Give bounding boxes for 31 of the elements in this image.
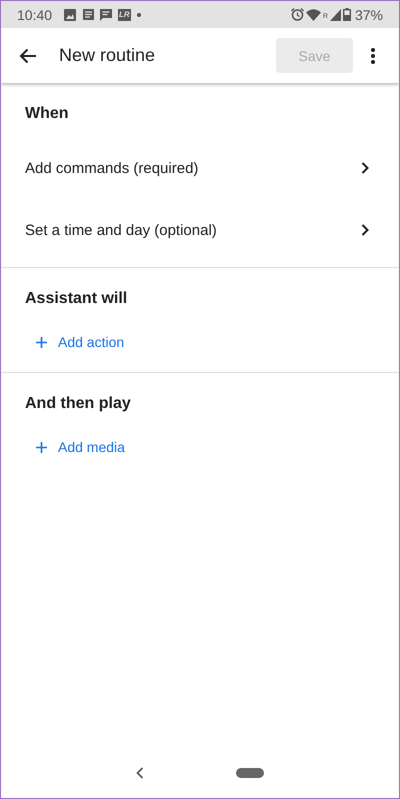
back-chevron-icon [136,767,144,779]
back-arrow-icon [19,48,37,64]
section-heading: Assistant will [24,289,128,309]
list-item[interactable]: Add commands (required) [1,137,399,199]
battery-percent: 37% [354,6,383,22]
home-pill-icon [236,768,264,778]
message-icon [100,8,112,20]
plus-icon [36,336,47,348]
add-label: Add action [58,334,124,350]
document-icon [82,8,94,20]
chevron-right-icon [361,162,369,174]
more-icon [371,48,375,64]
plus-icon [36,442,47,452]
add-link[interactable]: Add action [1,322,399,362]
list-item[interactable]: Set a time and day (optional) [1,199,399,261]
item-label: Add commands (required) [25,160,198,176]
signal-icon [330,8,341,20]
chevron-right-icon [361,224,369,236]
clock-time: 10:40 [17,6,52,22]
item-label: Set a time and day (optional) [25,222,217,238]
image-icon [64,8,76,20]
battery-icon [342,8,351,21]
alarm-icon [290,8,304,21]
app-badge: LR [118,8,131,20]
section-heading: When [24,104,70,124]
dot-icon [136,12,141,16]
wifi-icon [306,8,321,20]
section-heading: And then play [24,394,132,414]
screen-title: New routine [59,45,156,66]
add-link[interactable]: Add media [1,427,399,467]
add-label: Add media [58,439,125,455]
